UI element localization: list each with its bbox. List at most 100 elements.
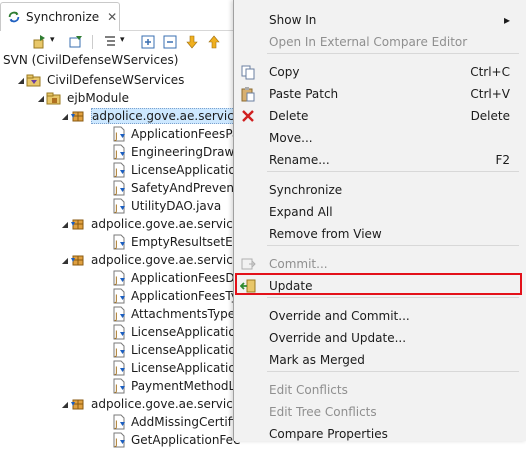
tree-row[interactable]: J LicenseApplicatio (100, 341, 236, 359)
menu-item-move[interactable]: Move... (234, 127, 526, 149)
tree-row[interactable]: J ApplicationFeesDa (100, 269, 242, 287)
menu-item-expand-all[interactable]: Expand All (234, 201, 526, 223)
menu-item-label: Remove from View (269, 227, 382, 241)
svg-text:J: J (114, 204, 118, 214)
expand-arrow-icon[interactable]: ◢ (36, 94, 46, 103)
arrow-up-icon[interactable] (206, 34, 222, 50)
menu-item-paste-patch[interactable]: Paste Patch Ctrl+V (234, 83, 526, 105)
menu-item-rename[interactable]: Rename... F2 (234, 149, 526, 171)
tree-row[interactable]: J EngineeringDrawi (100, 143, 238, 161)
menu-item-override-and-update[interactable]: Override and Update... (234, 327, 526, 349)
expand-arrow-icon[interactable]: ◢ (60, 220, 70, 229)
tree-row-label: PaymentMethodL (131, 379, 236, 393)
delete-icon (240, 108, 256, 124)
menu-item-mark-as-merged[interactable]: Mark as Merged (234, 349, 526, 371)
tree-row-label: ApplicationFeesDa (131, 271, 242, 285)
svg-text:J: J (114, 438, 118, 448)
tree-row[interactable]: J ApplicationFeesPa (100, 125, 239, 143)
tree-row-label: adpolice.gove.ae.servic (91, 253, 233, 267)
layout-icon[interactable] (102, 34, 118, 50)
menu-item-label: Edit Conflicts (269, 383, 348, 397)
tree-row[interactable]: ◢ adpolice.gove.ae.servic (60, 251, 233, 269)
pin-icon[interactable] (68, 34, 84, 50)
paste-icon (240, 86, 256, 102)
tree-row[interactable]: J ApplicationFeesTy (100, 287, 238, 305)
menu-item-label: Copy (269, 65, 300, 79)
menu-separator (267, 171, 519, 172)
tree-row[interactable]: J AttachmentsType (100, 305, 235, 323)
tree-row[interactable]: ◢ ejbModule (36, 89, 129, 107)
tree-row[interactable]: ◢ adpolice.gove.ae.servic (60, 107, 235, 125)
menu-item-synchronize[interactable]: Synchronize (234, 179, 526, 201)
tree-row[interactable]: J LicenseApplicatio (100, 323, 236, 341)
menu-separator (267, 297, 519, 298)
arrow-down-icon[interactable] (184, 34, 200, 50)
tree-row[interactable]: J SafetyAndPrevent (100, 179, 239, 197)
tree-row-label: LicenseApplicatio (131, 343, 236, 357)
menu-item-shortcut: Ctrl+V (470, 87, 510, 101)
expand-all-icon[interactable] (140, 34, 156, 50)
menu-item-label: Override and Commit... (269, 309, 410, 323)
menu-item-label: Override and Update... (269, 331, 407, 345)
svg-text:J: J (114, 168, 118, 178)
svg-text:J: J (114, 348, 118, 358)
menu-item-open-in-external-compare-editor: Open In External Compare Editor (234, 31, 526, 53)
menu-item-label: Move... (269, 131, 313, 145)
submenu-arrow-icon: ▸ (503, 13, 510, 27)
menu-item-label: Synchronize (269, 183, 343, 197)
expand-arrow-icon[interactable]: ◢ (60, 256, 70, 265)
tab-synchronize[interactable]: Synchronize ✕ (0, 2, 120, 31)
tree-row[interactable]: J PaymentMethodL (100, 377, 235, 395)
menu-item-commit: Commit... (234, 253, 526, 275)
tree-row[interactable]: J UtilityDAO.java (100, 197, 221, 215)
tree-row[interactable]: ◢ adpolice.gove.ae.servic (60, 395, 233, 413)
expand-arrow-icon[interactable]: ◢ (60, 112, 70, 121)
menu-item-edit-conflicts: Edit Conflicts (234, 379, 526, 401)
synchronize-view: Synchronize ✕ ▾ ▾ SVN (CivilDefenseWServ… (0, 0, 246, 448)
menu-item-compare-properties[interactable]: Compare Properties (234, 423, 526, 445)
svg-text:J: J (114, 132, 118, 142)
svg-text:J: J (114, 150, 118, 160)
tree-row[interactable]: J EmptyResultsetExc (100, 233, 246, 251)
tree-row[interactable]: J LicenseApplicatio (100, 161, 236, 179)
repository-header: SVN (CivilDefenseWServices) (3, 53, 179, 67)
view-tab-bar: Synchronize ✕ (0, 0, 240, 31)
java-file-icon: J (110, 198, 126, 214)
svg-text:J: J (114, 384, 118, 394)
java-file-icon: J (110, 180, 126, 196)
close-icon[interactable]: ✕ (107, 10, 117, 24)
menu-item-remove-from-view[interactable]: Remove from View (234, 223, 526, 245)
menu-item-delete[interactable]: Delete Delete (234, 105, 526, 127)
tree-row-label: ejbModule (67, 91, 129, 105)
tree-row-label: LicenseApplicatio (131, 163, 236, 177)
collapse-all-icon[interactable] (162, 34, 178, 50)
tree-row-label: EmptyResultsetExc (131, 235, 247, 249)
expand-arrow-icon[interactable]: ◢ (16, 76, 26, 85)
tree-row[interactable]: J LicenseApplicatio (100, 359, 236, 377)
tree-row[interactable]: J AddMissingCertifi (100, 413, 235, 431)
menu-item-label: Rename... (269, 153, 330, 167)
menu-item-copy[interactable]: Copy Ctrl+C (234, 61, 526, 83)
java-file-icon: J (110, 342, 126, 358)
chevron-down-icon[interactable]: ▾ (50, 35, 55, 45)
java-file-icon: J (110, 414, 126, 430)
commit-icon (240, 256, 256, 272)
menu-item-override-and-commit[interactable]: Override and Commit... (234, 305, 526, 327)
menu-separator (267, 53, 519, 54)
java-file-icon: J (110, 306, 126, 322)
tree-row-label: LicenseApplicatio (131, 361, 236, 375)
tree-row-label: ApplicationFeesTy (131, 289, 238, 303)
tab-label: Synchronize (26, 10, 100, 24)
tree-row[interactable]: ◢ adpolice.gove.ae.servic (60, 215, 233, 233)
chevron-down-icon[interactable]: ▾ (120, 35, 125, 45)
tree-row-label: CivilDefenseWServices (47, 73, 185, 87)
source-folder-icon (46, 90, 62, 106)
java-file-icon: J (110, 144, 126, 160)
menu-item-show-in[interactable]: Show In ▸ (234, 9, 526, 31)
svg-text:J: J (114, 276, 118, 286)
tree-row[interactable]: J GetApplicationFee (100, 431, 240, 449)
synchronize-mode-icon[interactable] (32, 34, 48, 50)
tree-row[interactable]: ◢ CivilDefenseWServices (16, 71, 185, 89)
package-icon (70, 216, 86, 232)
expand-arrow-icon[interactable]: ◢ (60, 400, 70, 409)
